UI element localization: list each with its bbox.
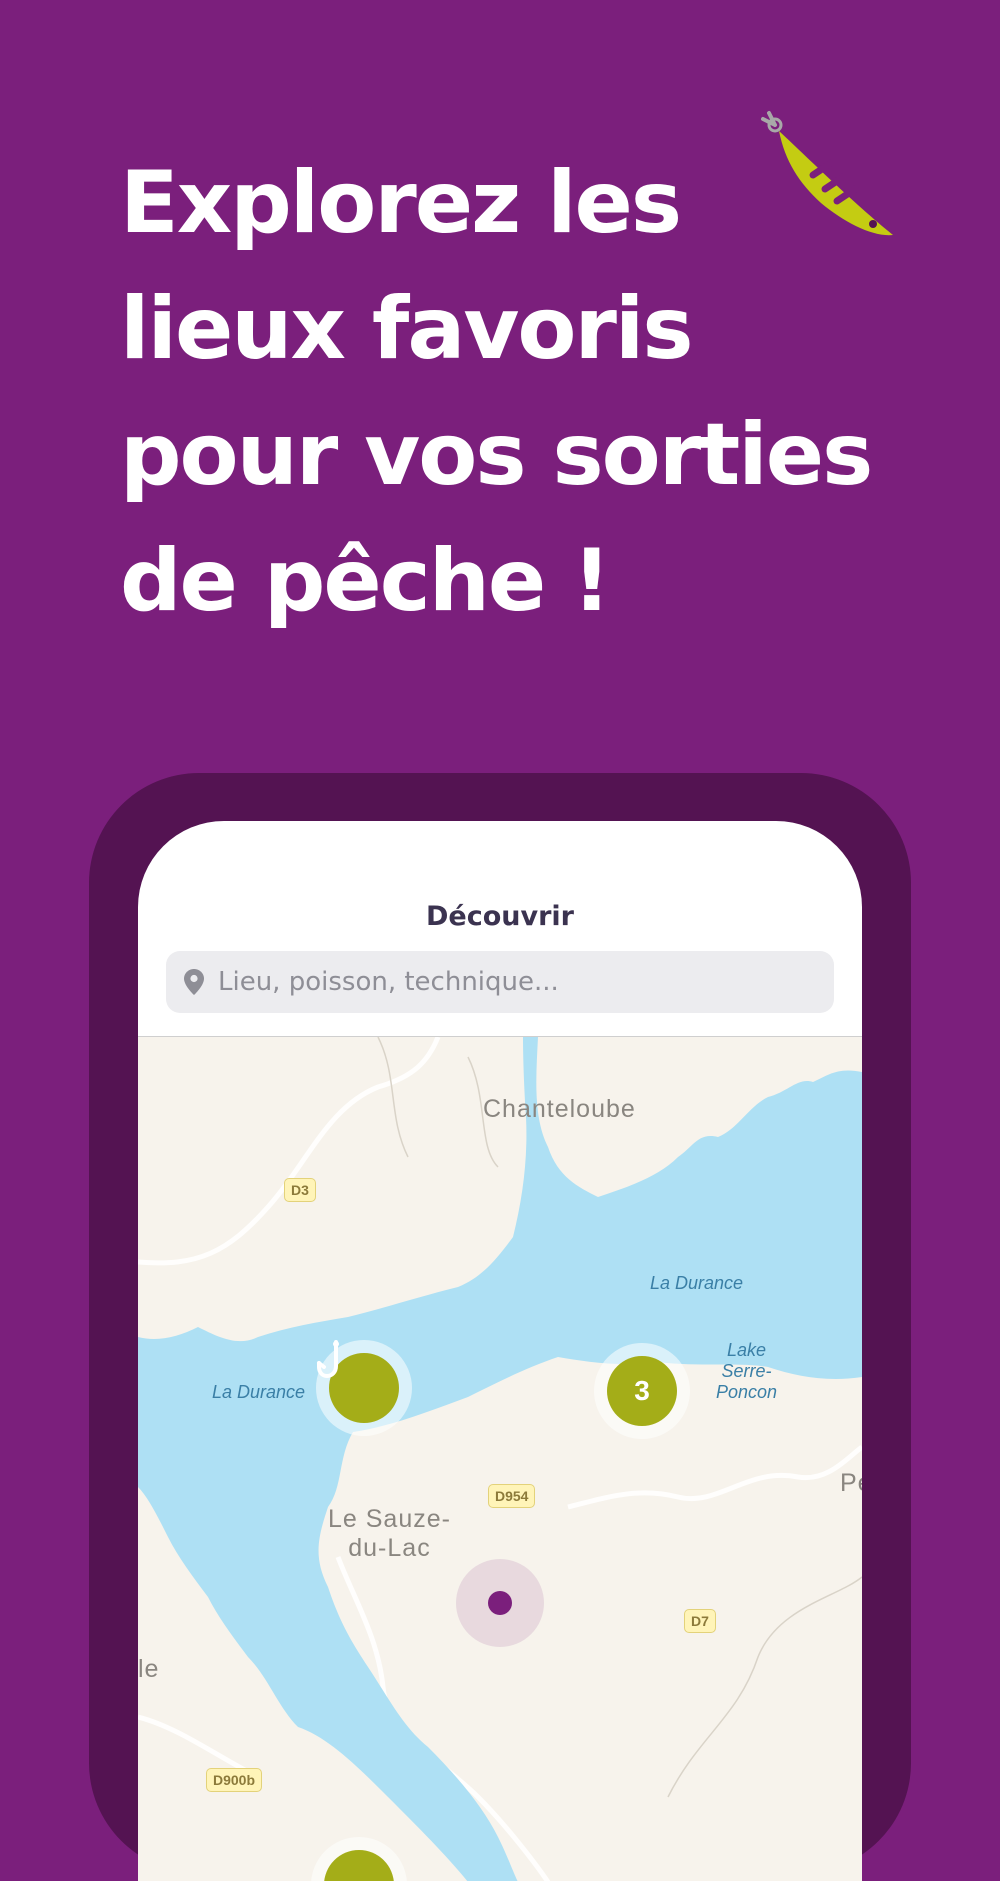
map-label-le-sauze-du-lac: Le Sauze- du-Lac [328,1505,451,1562]
map-label-lake-serre-poncon: Lake Serre- Poncon [716,1340,778,1402]
road-label-d3: D3 [284,1178,316,1202]
map-label-partial-east: Pe [840,1469,862,1497]
road-label-d900b: D900b [206,1768,263,1792]
map-label-la-durance-east: La Durance [650,1273,744,1293]
map-label-partial-west: le [138,1655,160,1683]
map-canvas [138,1037,862,1881]
map-view[interactable]: Chanteloube Le Sauze- du-Lac Pe le La Du… [138,1036,862,1881]
fishing-hook-icon [317,1340,339,1379]
search-bar[interactable] [166,951,834,1013]
road-label-d954: D954 [488,1484,536,1508]
map-label-la-durance-west: La Durance [212,1382,306,1402]
user-location-marker[interactable] [456,1559,544,1647]
map-label-chanteloube: Chanteloube [483,1095,636,1123]
road-label-d7: D7 [684,1609,716,1633]
cluster-marker[interactable]: 3 [594,1343,690,1439]
headline-line-3: pour vos sorties [120,405,873,505]
location-pin-icon [184,969,204,995]
fishing-lure-icon [761,111,893,236]
cluster-count: 3 [607,1356,677,1426]
location-dot-icon [488,1591,512,1615]
search-input[interactable] [218,951,818,1013]
fishing-spot-marker[interactable] [316,1340,412,1436]
screen-title: Découvrir [426,901,574,932]
phone-screen: Découvrir Chanteloube [138,821,862,1881]
headline-line-2: lieux favoris [120,279,694,379]
headline-line-4: de pêche ! [120,531,611,631]
